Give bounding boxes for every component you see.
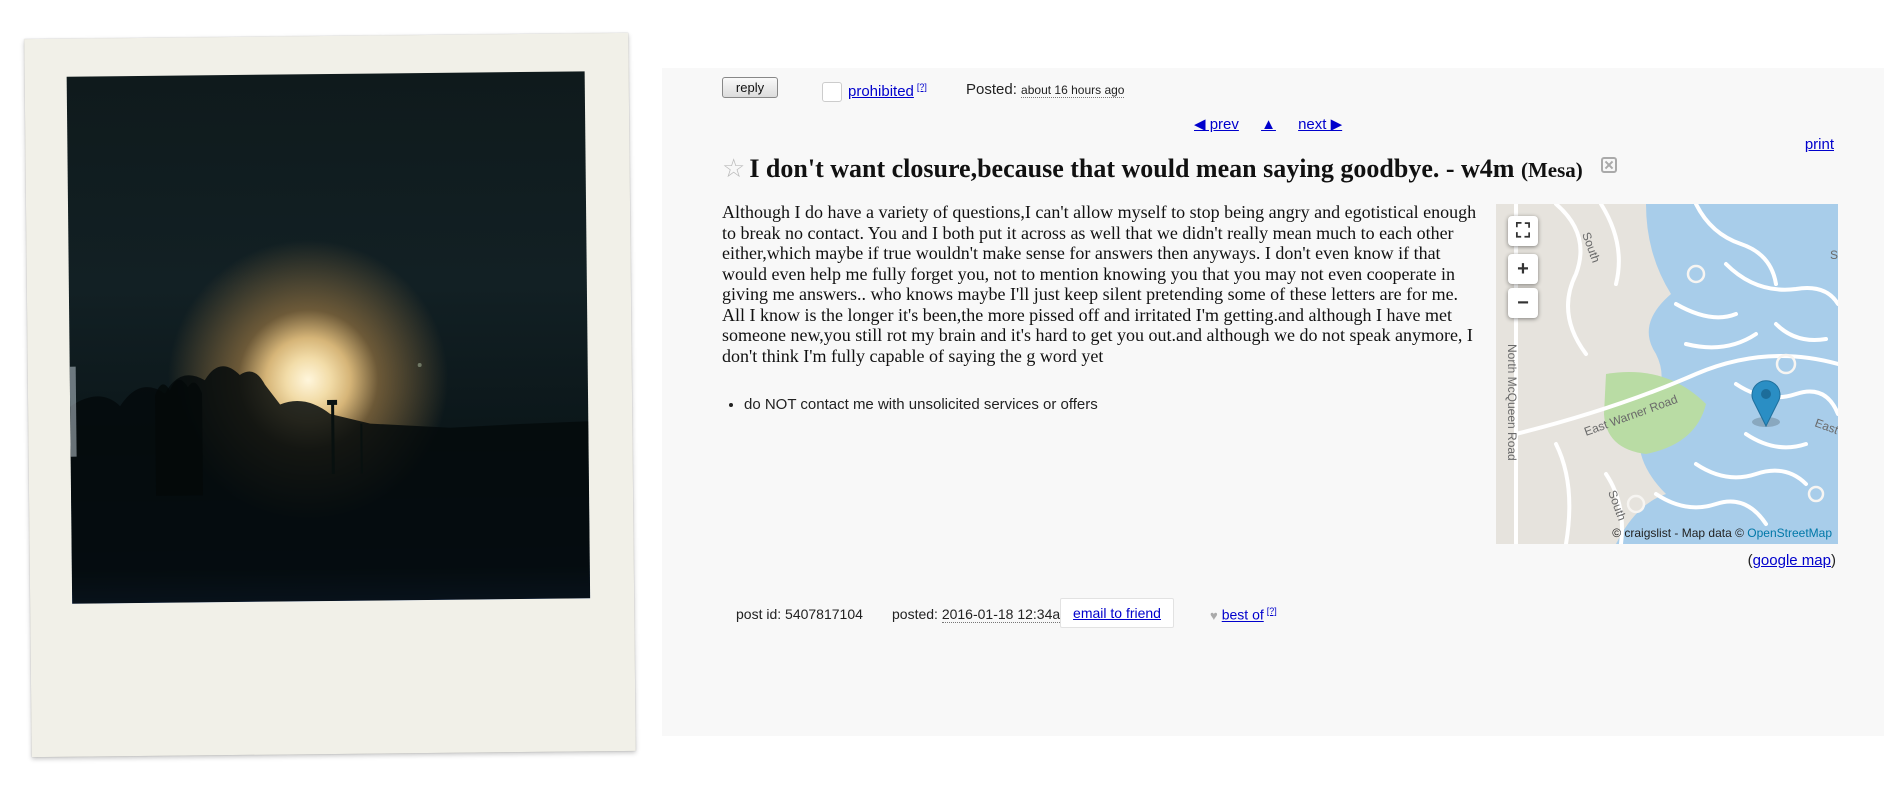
- craigslist-post-panel: reply prohibited [?] Posted: about 16 hou…: [662, 68, 1884, 736]
- google-map-link-wrap: (google map): [1748, 552, 1836, 569]
- post-location: (Mesa): [1520, 158, 1583, 182]
- map-tiles: South S North McQueen Road East Warner R…: [1496, 204, 1838, 544]
- next-link[interactable]: next ▶: [1298, 116, 1342, 133]
- map-label-north-mcqueen: North McQueen Road: [1505, 344, 1519, 461]
- notice-item: do NOT contact me with unsolicited servi…: [744, 396, 1098, 413]
- map-attribution-text: © craigslist - Map data ©: [1612, 526, 1744, 540]
- prohibited-help-link[interactable]: [?]: [917, 82, 927, 92]
- best-of-help-link[interactable]: [?]: [1267, 606, 1277, 616]
- google-map-link[interactable]: google map: [1753, 552, 1831, 569]
- best-of-link[interactable]: best of: [1222, 607, 1264, 623]
- paren-close: ): [1831, 552, 1836, 569]
- location-map[interactable]: South S North McQueen Road East Warner R…: [1496, 204, 1838, 544]
- posted-date-label: posted:: [892, 606, 938, 622]
- zoom-in-button[interactable]: +: [1508, 254, 1538, 284]
- post-navigation: ◀ prev ▲ next ▶: [1194, 115, 1360, 133]
- posted-label: Posted:: [966, 81, 1017, 98]
- map-label-s-right: S: [1830, 248, 1838, 262]
- post-body: Although I do have a variety of question…: [722, 202, 1477, 366]
- notices-list: do NOT contact me with unsolicited servi…: [744, 396, 1098, 413]
- zoom-out-button[interactable]: −: [1508, 288, 1538, 318]
- favorite-star-icon[interactable]: ☆: [722, 154, 745, 183]
- prev-link[interactable]: ◀ prev: [1194, 116, 1239, 133]
- heart-icon[interactable]: ♥: [1210, 608, 1218, 623]
- post-id: post id: 5407817104: [736, 606, 863, 622]
- post-title: ☆ I don't want closure,because that would…: [722, 154, 1618, 184]
- email-to-friend-button[interactable]: email to friend: [1060, 598, 1174, 628]
- best-of-wrap: ♥ best of [?]: [1210, 606, 1277, 623]
- posted-date-wrap: posted: 2016-01-18 12:34am: [892, 606, 1072, 623]
- screenshot-stage: reply prohibited [?] Posted: about 16 hou…: [0, 0, 1900, 800]
- flag-checkbox[interactable]: [822, 82, 842, 102]
- posted-date: 2016-01-18 12:34am: [941, 606, 1072, 623]
- posted-info: Posted: about 16 hours ago: [966, 81, 1125, 98]
- fullscreen-icon[interactable]: ⛶: [1508, 216, 1538, 246]
- hide-post-icon[interactable]: [1601, 157, 1618, 173]
- map-marker-icon: [1751, 380, 1781, 428]
- posted-ago: about 16 hours ago: [1021, 83, 1125, 98]
- map-attribution: © craigslist - Map data © OpenStreetMap: [1496, 526, 1838, 544]
- tree-silhouettes: [69, 363, 591, 604]
- night-moon-photo: [66, 71, 591, 604]
- prohibited-flag: prohibited [?]: [848, 82, 927, 100]
- email-to-friend-link[interactable]: email to friend: [1073, 605, 1161, 621]
- openstreetmap-link[interactable]: OpenStreetMap: [1747, 526, 1832, 540]
- up-link[interactable]: ▲: [1261, 116, 1276, 133]
- print-link[interactable]: print: [1805, 136, 1834, 153]
- reply-button[interactable]: reply: [722, 77, 778, 98]
- post-title-text: I don't want closure,because that would …: [749, 154, 1515, 183]
- polaroid-frame: [24, 32, 636, 758]
- prohibited-link[interactable]: prohibited: [848, 83, 914, 100]
